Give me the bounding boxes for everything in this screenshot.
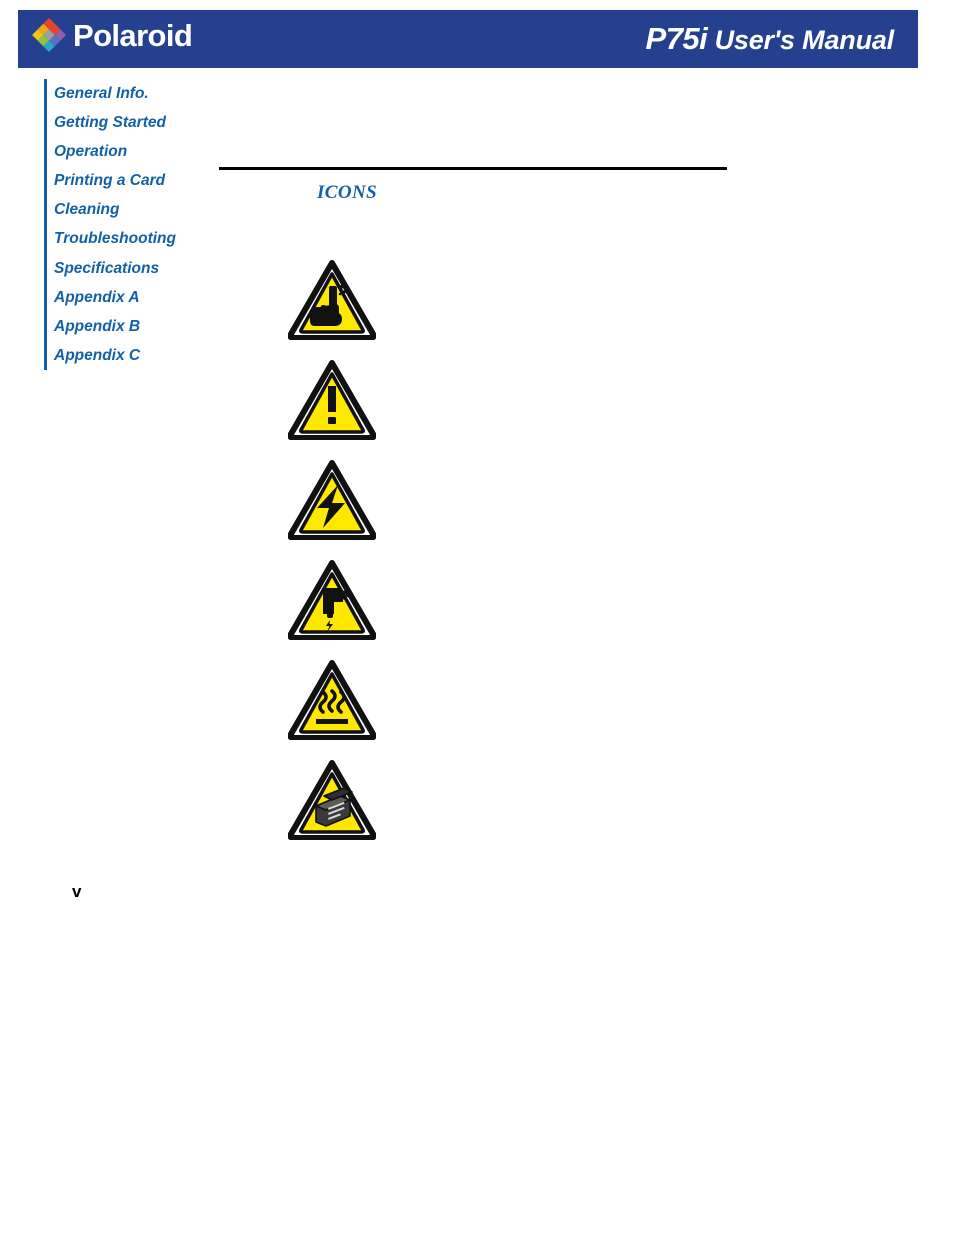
page-title: P75i User's Manual — [645, 21, 895, 57]
icon-row-electric-shock — [288, 458, 408, 558]
hot-surface-icon — [288, 660, 376, 740]
brand-wordmark: Polaroid — [73, 17, 193, 53]
icon-row-esd — [288, 558, 408, 658]
pointing-hand-note-icon — [288, 260, 376, 340]
icon-legend-list — [288, 258, 408, 858]
brand-logo: Polaroid — [32, 17, 193, 53]
polaroid-diamond-icon — [32, 18, 66, 52]
sidebar-item-appendix-b[interactable]: Appendix B — [54, 312, 244, 341]
icon-row-caution — [288, 358, 408, 458]
sidebar-item-operation[interactable]: Operation — [54, 137, 244, 166]
page-title-subtitle: User's Manual — [707, 25, 895, 55]
electric-shock-hazard-icon — [288, 460, 376, 540]
printhead-caution-icon — [288, 760, 376, 840]
section-title: ICONS — [317, 182, 378, 203]
exclamation-warning-icon — [288, 360, 376, 440]
sidebar-item-getting-started[interactable]: Getting Started — [54, 108, 244, 137]
icon-row-note — [288, 258, 408, 358]
page-title-model: P75i — [645, 21, 708, 56]
main-content: ICONS — [219, 167, 739, 204]
sidebar-item-cleaning[interactable]: Cleaning — [54, 195, 244, 224]
sidebar-item-appendix-c[interactable]: Appendix C — [54, 341, 244, 370]
sidebar-navigation[interactable]: General Info. Getting Started Operation … — [44, 79, 244, 370]
page-number: v — [72, 882, 82, 901]
electrostatic-discharge-icon — [288, 560, 376, 640]
sidebar-item-general-info[interactable]: General Info. — [54, 79, 244, 108]
icon-row-printhead — [288, 758, 408, 858]
sidebar-item-troubleshooting[interactable]: Troubleshooting — [54, 224, 244, 253]
page-header-band: Polaroid P75i User's Manual — [18, 10, 918, 68]
sidebar-item-specifications[interactable]: Specifications — [54, 254, 244, 283]
icon-row-hot-surface — [288, 658, 408, 758]
sidebar-item-appendix-a[interactable]: Appendix A — [54, 283, 244, 312]
section-divider-rule — [219, 167, 727, 170]
sidebar-item-printing-a-card[interactable]: Printing a Card — [54, 166, 244, 195]
